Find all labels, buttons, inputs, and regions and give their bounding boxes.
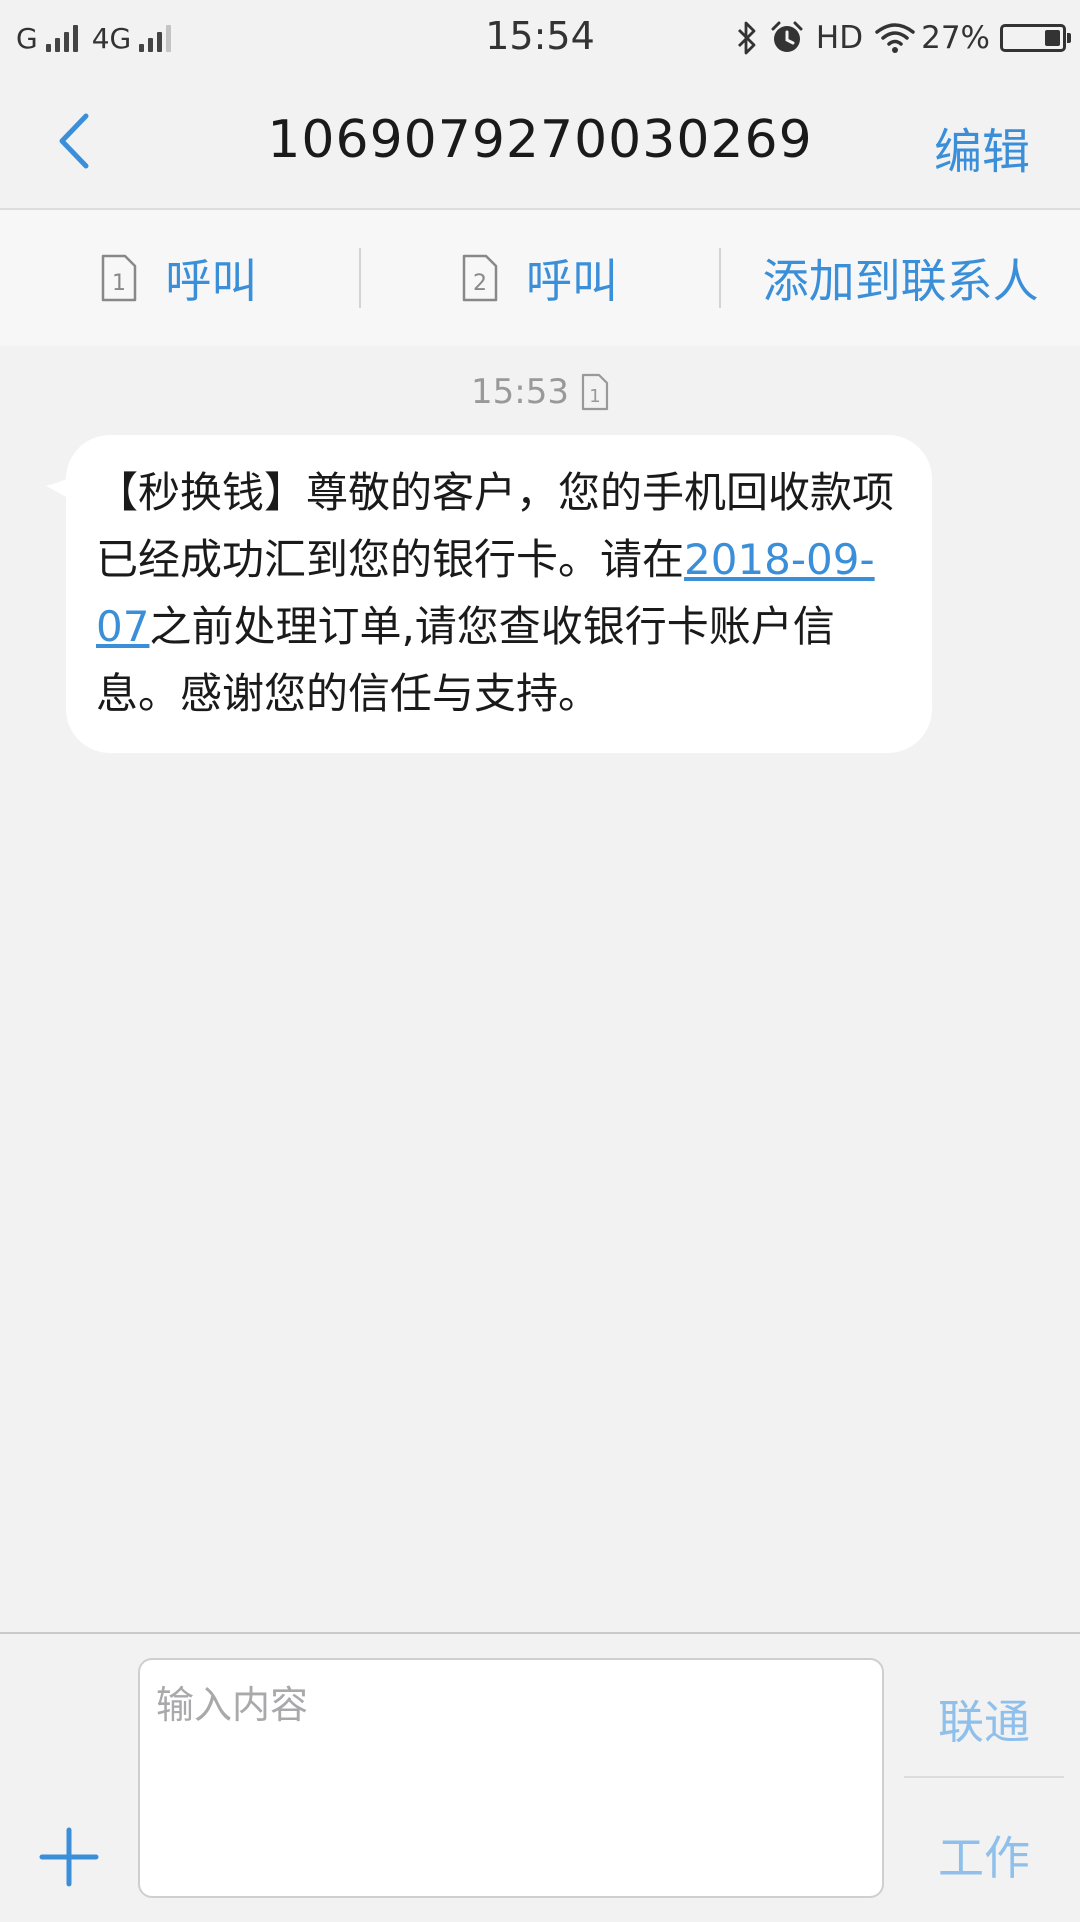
divider xyxy=(904,1776,1064,1778)
contact-action-bar: 1 呼叫 2 呼叫 添加到联系人 xyxy=(0,210,1080,346)
message-timestamp: 15:53 1 xyxy=(0,372,1080,412)
call-sim1-label: 呼叫 xyxy=(165,254,258,308)
message-input[interactable] xyxy=(138,1658,884,1898)
svg-text:1: 1 xyxy=(112,271,126,296)
battery-icon xyxy=(1000,24,1071,52)
sim1-icon: 1 xyxy=(581,373,609,411)
send-via-sim2-button[interactable]: 工作 xyxy=(938,1822,1030,1888)
battery-fill xyxy=(1045,30,1060,46)
call-sim2-button[interactable]: 2 呼叫 xyxy=(361,210,720,346)
alarm-clock-icon xyxy=(771,21,803,52)
bluetooth-icon xyxy=(737,21,756,55)
message-time-label: 15:53 xyxy=(471,372,569,412)
conversation-header: 1069079270030269 编辑 xyxy=(0,76,1080,210)
status-icons: HD 27% xyxy=(724,16,1071,60)
sim2-icon: 2 xyxy=(462,254,498,302)
sender-number: 1069079270030269 xyxy=(267,110,813,170)
svg-text:2: 2 xyxy=(473,271,487,296)
wifi-icon xyxy=(875,23,915,53)
battery-percent: 27% xyxy=(921,20,990,56)
plus-icon[interactable] xyxy=(38,1826,100,1888)
call-sim1-button[interactable]: 1 呼叫 xyxy=(0,210,359,346)
compose-bar: 联通 工作 xyxy=(0,1632,1080,1922)
sim1-icon: 1 xyxy=(102,254,137,302)
call-sim2-label: 呼叫 xyxy=(526,254,618,308)
add-to-contacts-label: 添加到联系人 xyxy=(762,254,1039,308)
status-bar: G 4G 15:54 HD 27% xyxy=(0,0,1080,76)
add-to-contacts-button[interactable]: 添加到联系人 xyxy=(721,210,1080,346)
edit-button[interactable]: 编辑 xyxy=(934,112,1030,182)
send-via-sim1-button[interactable]: 联通 xyxy=(938,1686,1030,1752)
message-bubble[interactable]: 【秒换钱】尊敬的客户，您的手机回收款项已经成功汇到您的银行卡。请在2018-09… xyxy=(66,435,932,753)
svg-text:1: 1 xyxy=(589,386,600,407)
hd-label: HD xyxy=(815,20,864,56)
message-text-part2: 之前处理订单,请您查收银行卡账户信息。感谢您的信任与支持。 xyxy=(96,602,835,718)
